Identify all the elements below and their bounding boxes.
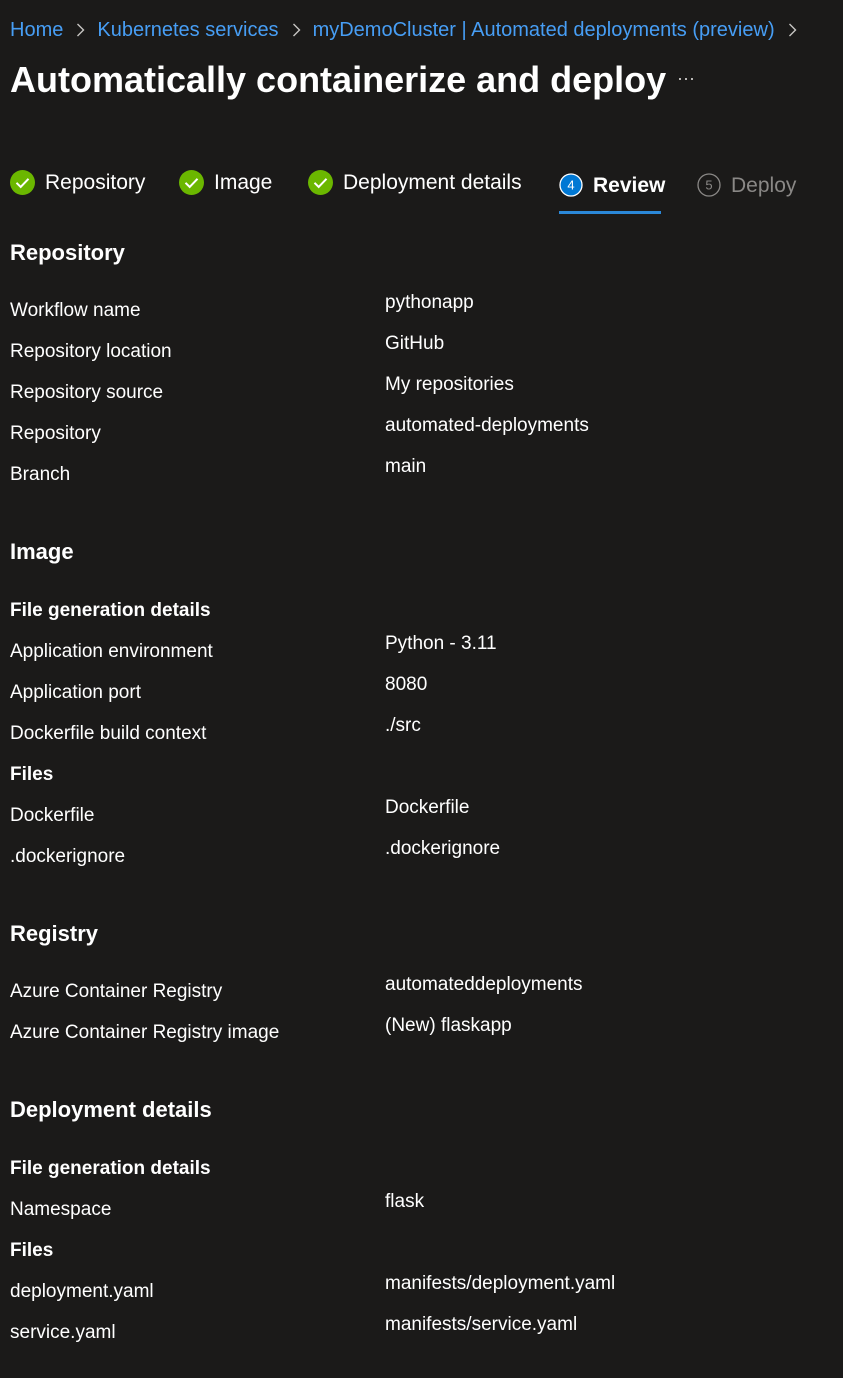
chevron-right-icon bbox=[788, 23, 797, 37]
section-heading-repository: Repository bbox=[10, 240, 125, 265]
active-step-indicator bbox=[559, 211, 661, 214]
subheading-files: Files bbox=[10, 764, 54, 785]
section-heading-deployment-details: Deployment details bbox=[10, 1097, 212, 1122]
more-icon[interactable]: ··· bbox=[672, 64, 700, 92]
subheading-file-generation-details: File generation details bbox=[10, 600, 211, 621]
field-value: main bbox=[385, 456, 427, 477]
field-value: (New) flaskapp bbox=[385, 1015, 512, 1036]
field-label: Namespace bbox=[10, 1199, 112, 1220]
subheading-files: Files bbox=[10, 1240, 54, 1261]
field-label: Branch bbox=[10, 464, 71, 485]
chevron-right-icon bbox=[292, 23, 301, 37]
field-value: GitHub bbox=[385, 333, 445, 354]
field-value: manifests/deployment.yaml bbox=[385, 1273, 616, 1294]
checkmark-circle-icon bbox=[179, 170, 204, 195]
field-label: Dockerfile build context bbox=[10, 723, 207, 744]
field-label: Workflow name bbox=[10, 300, 141, 321]
step-deploy[interactable]: 5 Deploy bbox=[697, 160, 796, 214]
field-value: automated-deployments bbox=[385, 415, 589, 436]
step-deployment-details[interactable]: Deployment details bbox=[308, 160, 522, 214]
field-label: .dockerignore bbox=[10, 846, 126, 867]
step-label: Deployment details bbox=[343, 171, 522, 194]
field-value: pythonapp bbox=[385, 292, 474, 313]
step-repository[interactable]: Repository bbox=[10, 160, 145, 214]
breadcrumb-kubernetes-services[interactable]: Kubernetes services bbox=[97, 19, 278, 42]
checkmark-circle-icon bbox=[10, 170, 35, 195]
step-number-badge: 4 bbox=[559, 173, 583, 197]
field-label: Repository bbox=[10, 423, 101, 444]
field-label: Application port bbox=[10, 682, 141, 703]
field-value: My repositories bbox=[385, 374, 514, 395]
section-heading-image: Image bbox=[10, 539, 74, 564]
breadcrumb-automated-deployments[interactable]: myDemoCluster | Automated deployments (p… bbox=[313, 19, 775, 42]
field-label: Azure Container Registry image bbox=[10, 1022, 280, 1043]
breadcrumb: Home Kubernetes services myDemoCluster |… bbox=[10, 16, 809, 44]
field-value: flask bbox=[385, 1191, 425, 1212]
step-number: 4 bbox=[567, 178, 574, 193]
field-label: Application environment bbox=[10, 641, 213, 662]
step-label: Review bbox=[593, 174, 666, 197]
field-value: Python - 3.11 bbox=[385, 633, 497, 654]
field-label: service.yaml bbox=[10, 1322, 116, 1343]
field-label: Dockerfile bbox=[10, 805, 95, 826]
chevron-right-icon bbox=[76, 23, 85, 37]
step-number-badge: 5 bbox=[697, 173, 721, 197]
section-heading-registry: Registry bbox=[10, 921, 99, 946]
subheading-file-generation-details: File generation details bbox=[10, 1158, 211, 1179]
page-title: Automatically containerize and deploy bbox=[10, 59, 667, 100]
step-label: Repository bbox=[45, 171, 146, 194]
field-label: Repository source bbox=[10, 382, 164, 403]
step-number: 5 bbox=[705, 178, 712, 193]
step-image[interactable]: Image bbox=[179, 160, 272, 214]
field-label: Azure Container Registry bbox=[10, 981, 223, 1002]
step-review[interactable]: 4 Review bbox=[559, 160, 665, 214]
checkmark-circle-icon bbox=[308, 170, 333, 195]
wizard-steps: Repository Image Deployment details 4 Re… bbox=[10, 160, 830, 214]
step-label: Deploy bbox=[731, 174, 797, 197]
field-value: ./src bbox=[385, 715, 421, 736]
step-label: Image bbox=[214, 171, 273, 194]
field-value: 8080 bbox=[385, 674, 428, 695]
field-value: .dockerignore bbox=[385, 838, 501, 859]
breadcrumb-home[interactable]: Home bbox=[10, 19, 63, 42]
field-label: deployment.yaml bbox=[10, 1281, 154, 1302]
field-value: Dockerfile bbox=[385, 797, 470, 818]
field-value: automateddeployments bbox=[385, 974, 583, 995]
field-label: Repository location bbox=[10, 341, 172, 362]
field-value: manifests/service.yaml bbox=[385, 1314, 578, 1335]
